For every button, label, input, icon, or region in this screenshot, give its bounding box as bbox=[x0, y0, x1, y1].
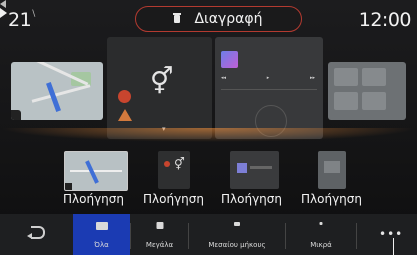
trash-icon bbox=[173, 13, 182, 23]
alert-icon bbox=[164, 161, 170, 167]
thumbnail-label: Πλοήγηση bbox=[63, 192, 124, 206]
divider bbox=[221, 89, 317, 90]
more-icon: ••• bbox=[379, 227, 404, 241]
shortcut-tile bbox=[334, 68, 358, 86]
widget-thumbnail-4[interactable] bbox=[318, 151, 346, 189]
shortcut-tile bbox=[334, 92, 358, 110]
next-icon: ▸▸ bbox=[309, 75, 315, 81]
widget-thumbnail-1[interactable] bbox=[64, 151, 128, 191]
shortcut-tile bbox=[362, 68, 386, 86]
album-art-icon bbox=[237, 163, 247, 173]
widget-thumbnail-2[interactable]: ⚥ bbox=[158, 151, 190, 189]
tab-label: Μεσαίου μήκους bbox=[208, 241, 266, 249]
status-bar: 21\ Διαγραφή 12:00 bbox=[0, 0, 417, 38]
home-screen-edit: 21\ Διαγραφή 12:00 ⚥ ▾ ◂◂ ▸ ▸▸ bbox=[0, 0, 417, 255]
selection-glow bbox=[0, 128, 417, 142]
album-art-icon bbox=[221, 51, 238, 68]
clock: 12:00 bbox=[358, 9, 412, 31]
map-road bbox=[70, 170, 122, 172]
track-bar bbox=[250, 166, 272, 169]
tab-large[interactable]: Μεγάλα bbox=[131, 214, 188, 255]
gender-icon: ⚥ bbox=[174, 157, 185, 171]
widget-size-icon bbox=[95, 222, 108, 230]
back-arrow-icon bbox=[31, 226, 45, 239]
temperature-unit: \ bbox=[32, 9, 35, 19]
tab-label: Μικρά bbox=[310, 241, 332, 249]
map-corner-badge bbox=[65, 183, 72, 190]
filter-bar: Όλα Μεγάλα Μεσαίου μήκους Μικρά ••• bbox=[0, 214, 417, 255]
pointer-line bbox=[393, 238, 394, 255]
warning-icon bbox=[118, 109, 132, 121]
map-corner-badge bbox=[11, 110, 21, 120]
temperature-display: 21\ bbox=[8, 9, 35, 31]
widget-size-icon bbox=[319, 222, 323, 225]
thumbnail-label: Πλοήγηση bbox=[301, 192, 362, 206]
widget-size-icon bbox=[156, 222, 163, 229]
widget-card-eco[interactable]: ⚥ ▾ bbox=[107, 37, 212, 139]
widget-card-media[interactable]: ◂◂ ▸ ▸▸ bbox=[215, 37, 323, 139]
map-route bbox=[85, 160, 99, 184]
delete-button[interactable]: Διαγραφή bbox=[135, 6, 302, 32]
shortcut-tile bbox=[324, 161, 340, 173]
tab-all[interactable]: Όλα bbox=[73, 214, 130, 255]
back-button[interactable] bbox=[0, 214, 72, 255]
back-arrow-head bbox=[27, 233, 32, 239]
more-options-button[interactable]: ••• bbox=[357, 214, 417, 255]
temperature-value: 21 bbox=[8, 9, 32, 31]
tab-medium[interactable]: Μεσαίου μήκους bbox=[189, 214, 285, 255]
widget-thumbnail-3[interactable] bbox=[230, 151, 279, 189]
widget-card-shortcuts[interactable] bbox=[328, 62, 406, 120]
thumbnail-label: Πλοήγηση bbox=[143, 192, 204, 206]
tab-label: Όλα bbox=[94, 241, 109, 249]
prev-icon: ◂◂ bbox=[221, 75, 227, 81]
tab-small[interactable]: Μικρά bbox=[286, 214, 356, 255]
delete-label: Διαγραφή bbox=[194, 11, 263, 27]
play-icon: ▸ bbox=[266, 75, 270, 81]
map-road bbox=[31, 84, 91, 103]
media-controls: ◂◂ ▸ ▸▸ bbox=[221, 75, 315, 82]
widget-size-icon bbox=[234, 222, 240, 226]
shortcut-tile bbox=[362, 92, 386, 110]
alert-icon bbox=[118, 90, 131, 103]
thumbnail-label: Πλοήγηση bbox=[221, 192, 282, 206]
widget-card-navigation[interactable] bbox=[11, 62, 103, 120]
tab-label: Μεγάλα bbox=[145, 241, 174, 249]
gender-icon: ⚥ bbox=[150, 67, 174, 97]
